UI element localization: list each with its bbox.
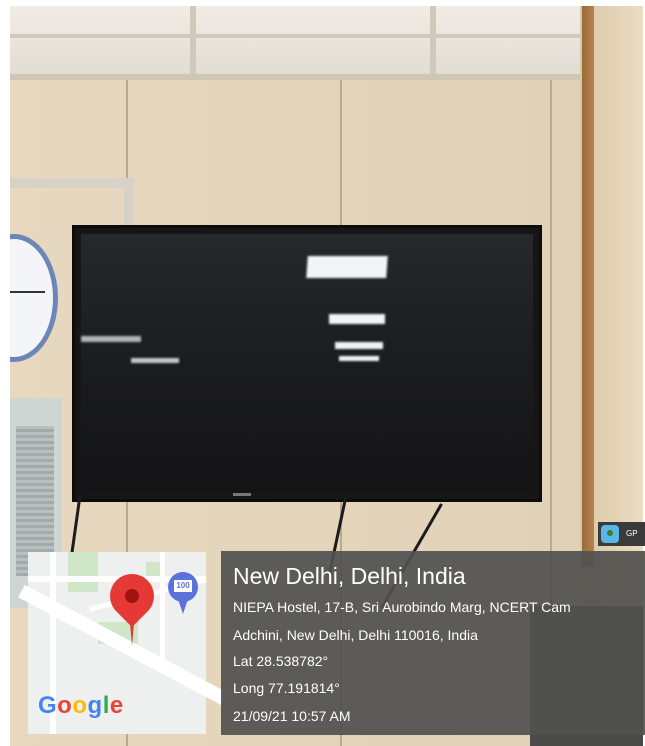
television [72, 225, 542, 502]
tv-logo [233, 493, 251, 496]
ceiling-light-reflection [306, 256, 388, 278]
ceiling-light-reflection [81, 336, 141, 342]
wall-rail [10, 178, 134, 188]
latitude: Lat 28.538782° [233, 653, 329, 669]
ceiling-grid [430, 6, 436, 74]
ceiling-grid [190, 6, 196, 74]
gps-badge-label: GP [626, 529, 638, 538]
map-park [68, 552, 98, 592]
map-road [160, 552, 165, 662]
address-line-1: NIEPA Hostel, 17-B, Sri Aurobindo Marg, … [233, 599, 571, 615]
gps-camera-icon [601, 525, 619, 543]
location-pin-icon [125, 589, 139, 603]
wall-rail [124, 178, 134, 226]
google-logo: Google [38, 692, 124, 719]
gps-camera-badge: GP [598, 522, 645, 546]
map-thumbnail: 100 Google [18, 552, 228, 734]
ceiling-light-reflection [131, 358, 179, 363]
timestamp: 21/09/21 10:57 AM [233, 708, 351, 724]
map-marker-label: 100 [174, 580, 192, 592]
ceiling-light-reflection [329, 314, 385, 324]
ceiling-light-reflection [335, 342, 383, 349]
longitude: Long 77.191814° [233, 680, 340, 696]
ceiling-grid [10, 34, 580, 38]
clock-hand [10, 291, 45, 293]
location-title: New Delhi, Delhi, India [233, 563, 466, 589]
map-park [146, 562, 160, 576]
ceiling-light-reflection [339, 356, 379, 361]
ceiling [10, 6, 643, 80]
wood-trim [582, 6, 594, 566]
address-line-2: Adchini, New Delhi, Delhi 110016, India [233, 627, 478, 643]
tv-screen [81, 234, 533, 493]
location-info-panel: New Delhi, Delhi, India NIEPA Hostel, 17… [221, 551, 645, 735]
